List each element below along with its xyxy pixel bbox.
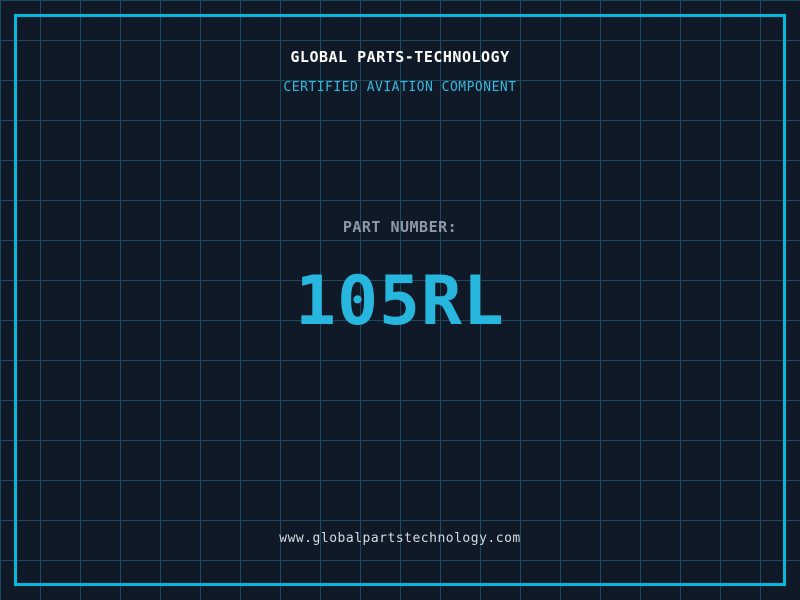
blueprint-label-screen: GLOBAL PARTS-TECHNOLOGY CERTIFIED AVIATI…	[0, 0, 800, 600]
company-title: GLOBAL PARTS-TECHNOLOGY	[290, 48, 510, 66]
website-url: www.globalpartstechnology.com	[279, 531, 521, 546]
certification-subtitle: CERTIFIED AVIATION COMPONENT	[283, 80, 517, 95]
part-number-label: PART NUMBER:	[342, 218, 458, 236]
part-number-value: 105RL	[295, 262, 505, 341]
